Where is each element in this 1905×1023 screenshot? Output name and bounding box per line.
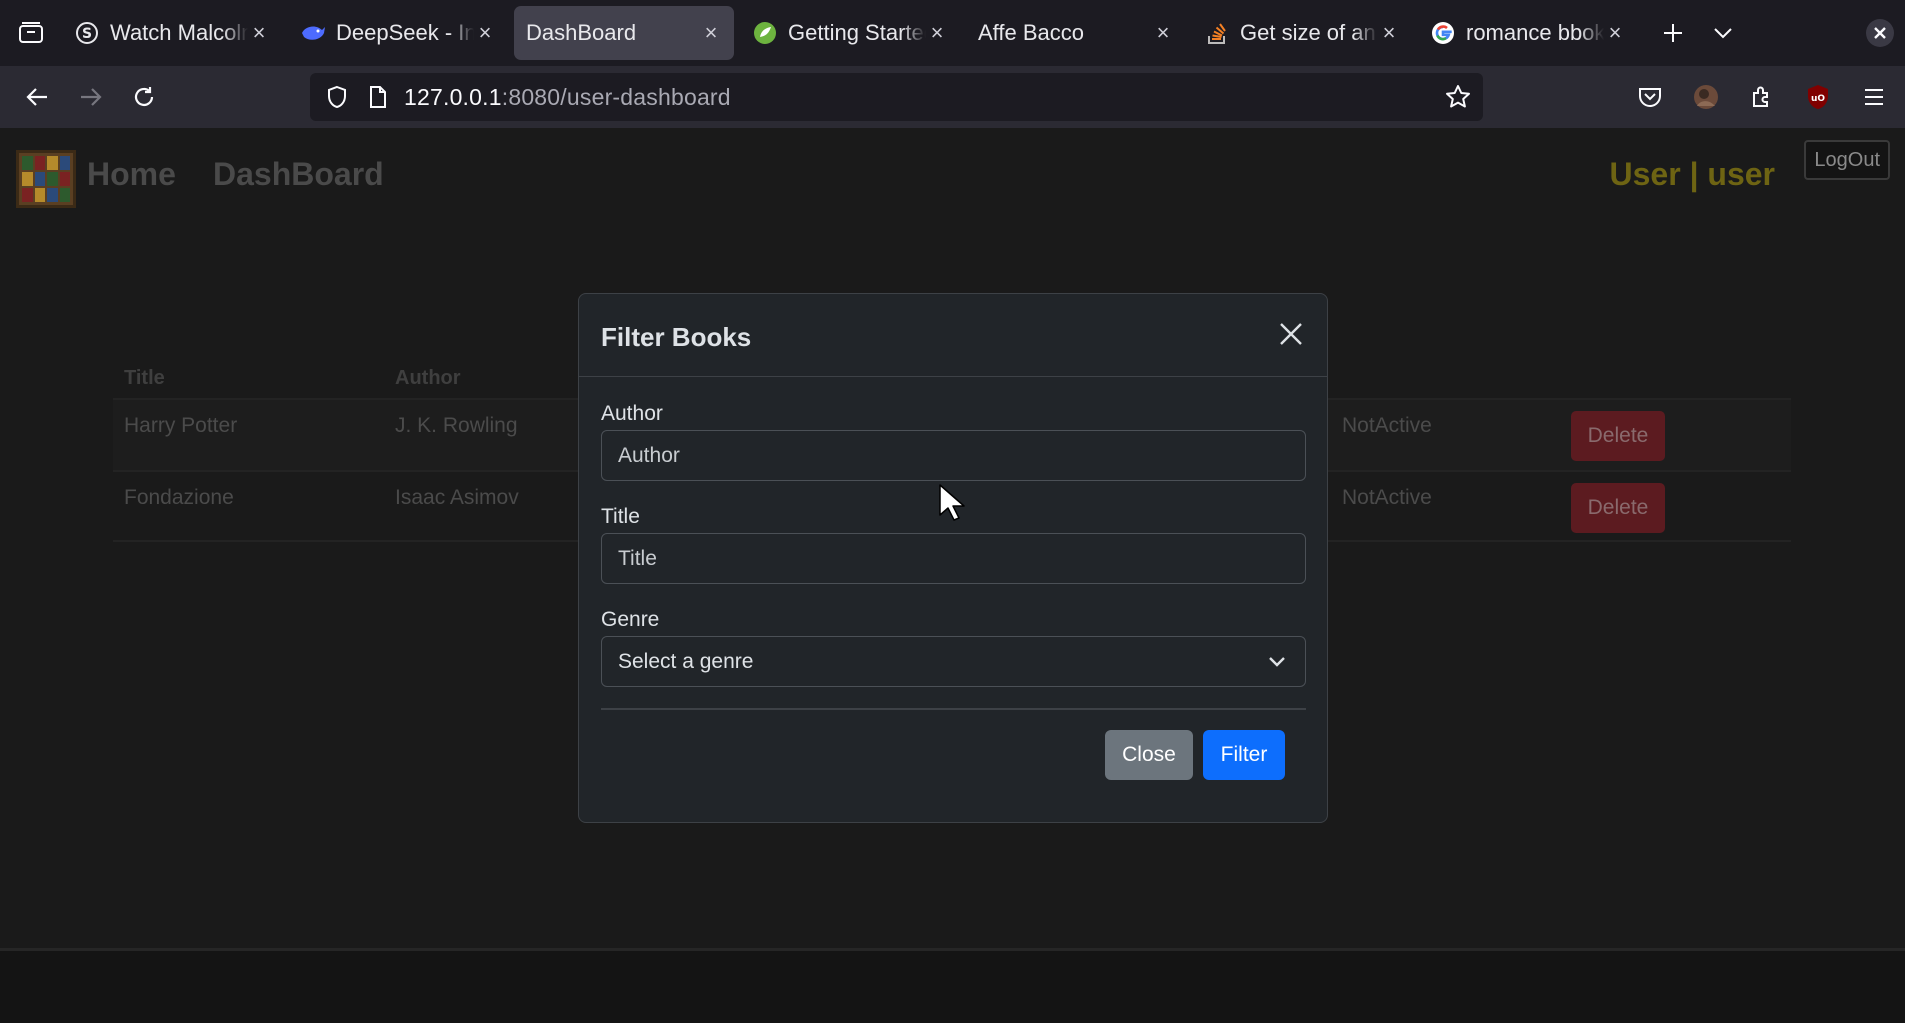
browser-tab[interactable]: Affe Bacco × [966, 6, 1186, 60]
title-input[interactable] [601, 533, 1306, 584]
close-tab-icon[interactable]: × [926, 20, 948, 45]
address-bar[interactable]: 127.0.0.1:8080/user-dashboard [310, 73, 1483, 121]
cell-title: Harry Potter [124, 414, 238, 437]
forward-button[interactable] [66, 72, 116, 122]
mouse-cursor-icon [939, 484, 965, 521]
user-role-label: User | user [1609, 156, 1775, 192]
close-tab-icon[interactable]: × [1604, 20, 1626, 45]
author-field-label: Author [601, 402, 663, 425]
deepseek-whale-icon [300, 20, 326, 46]
close-tab-icon[interactable]: × [700, 20, 722, 45]
logout-button[interactable]: LogOut [1804, 140, 1890, 180]
reload-button[interactable] [119, 72, 169, 122]
delete-button[interactable]: Delete [1571, 483, 1665, 533]
arrow-left-icon [26, 88, 47, 106]
modal-title: Filter Books [601, 322, 752, 352]
tabs-overview-icon [19, 22, 43, 43]
close-tab-icon[interactable]: × [248, 20, 270, 45]
plus-icon [1664, 24, 1682, 42]
nav-dashboard-link[interactable]: DashBoard [213, 156, 384, 193]
ublock-shield-icon: uO [1808, 85, 1828, 109]
chevron-down-icon [1269, 657, 1285, 667]
close-tab-icon[interactable]: × [474, 20, 496, 45]
modal-header: Filter Books [579, 294, 1327, 377]
puzzle-piece-icon [1753, 86, 1768, 107]
genre-select[interactable]: Select a genre [601, 636, 1306, 687]
url-host: 127.0.0.1 [404, 83, 502, 110]
new-tab-button[interactable] [1648, 8, 1698, 58]
browser-tab[interactable]: S Watch Malcolm × [62, 6, 282, 60]
tab-title: DeepSeek - Int [336, 20, 474, 45]
cell-status: NotActive [1342, 486, 1432, 509]
extensions-button[interactable] [1737, 72, 1787, 122]
bookshelf-logo-icon[interactable] [16, 150, 76, 208]
chevron-down-icon [1714, 28, 1732, 39]
browser-tab-active[interactable]: DashBoard × [514, 6, 734, 60]
pocket-icon [1639, 88, 1661, 107]
shield-icon [328, 85, 346, 109]
browser-nav-bar: 127.0.0.1:8080/user-dashboard uO [0, 66, 1905, 128]
site-header: Home DashBoard User | user LogOut [0, 128, 1905, 218]
avatar-icon [1694, 85, 1718, 109]
bottom-strip [0, 948, 1905, 1023]
app-menu-button[interactable] [1849, 72, 1899, 122]
arrow-right-icon [81, 88, 102, 106]
cell-status: NotActive [1342, 414, 1432, 437]
tab-title: Get size of an [1240, 20, 1376, 45]
close-tab-icon[interactable]: × [1152, 20, 1174, 45]
close-button[interactable]: Close [1105, 730, 1193, 780]
close-tab-icon[interactable]: × [1378, 20, 1400, 45]
page-content: Home DashBoard User | user LogOut Title … [0, 128, 1905, 948]
browser-tab[interactable]: DeepSeek - Int × [288, 6, 508, 60]
filter-books-modal: Filter Books Author Title Genre Select a… [578, 293, 1328, 823]
genre-field-label: Genre [601, 608, 660, 631]
account-avatar-button[interactable] [1681, 72, 1731, 122]
column-header-title: Title [124, 367, 165, 389]
genre-selected-value: Select a genre [618, 649, 754, 673]
tab-title: romance bbok [1466, 20, 1604, 45]
hamburger-menu-icon [1865, 89, 1883, 105]
cell-author: Isaac Asimov [395, 486, 519, 509]
tab-title: Watch Malcolm [110, 20, 248, 45]
ublock-button[interactable]: uO [1793, 72, 1843, 122]
modal-close-button[interactable] [1275, 318, 1307, 350]
pocket-button[interactable] [1625, 72, 1675, 122]
url-text: 127.0.0.1:8080/user-dashboard [404, 84, 731, 111]
browser-tab[interactable]: Get size of an × [1192, 6, 1412, 60]
svg-text:uO: uO [1811, 94, 1825, 104]
stackoverflow-icon [1204, 20, 1230, 46]
nav-home-link[interactable]: Home [87, 156, 176, 193]
star-bookmark-icon[interactable] [1445, 84, 1471, 110]
reload-icon [134, 87, 154, 106]
column-header-author: Author [395, 367, 461, 389]
browser-tab[interactable]: Getting Started × [740, 6, 960, 60]
back-button[interactable] [12, 72, 62, 122]
cell-author: J. K. Rowling [395, 414, 518, 437]
modal-divider [601, 708, 1306, 710]
browser-tab-bar: S Watch Malcolm × DeepSeek - Int × DashB… [0, 0, 1905, 66]
list-all-tabs-button[interactable] [1698, 8, 1748, 58]
close-icon [1866, 19, 1894, 47]
delete-button[interactable]: Delete [1571, 411, 1665, 461]
spring-leaf-icon [752, 20, 778, 46]
browser-tab[interactable]: romance bbok × [1418, 6, 1638, 60]
tab-title: DashBoard [526, 20, 637, 45]
title-field-label: Title [601, 505, 640, 528]
svg-text:S: S [82, 26, 92, 42]
close-icon [1280, 323, 1302, 345]
firefox-view-button[interactable] [0, 0, 62, 66]
author-input[interactable] [601, 430, 1306, 481]
s-logo-icon: S [74, 20, 100, 46]
cell-title: Fondazione [124, 486, 234, 509]
tab-title: Getting Started [788, 20, 926, 45]
tab-title: Affe Bacco [978, 20, 1084, 45]
close-window-button[interactable] [1855, 8, 1905, 58]
google-g-icon [1430, 20, 1456, 46]
url-path: :8080/user-dashboard [501, 83, 731, 110]
filter-button[interactable]: Filter [1203, 730, 1285, 780]
page-icon [370, 86, 386, 108]
